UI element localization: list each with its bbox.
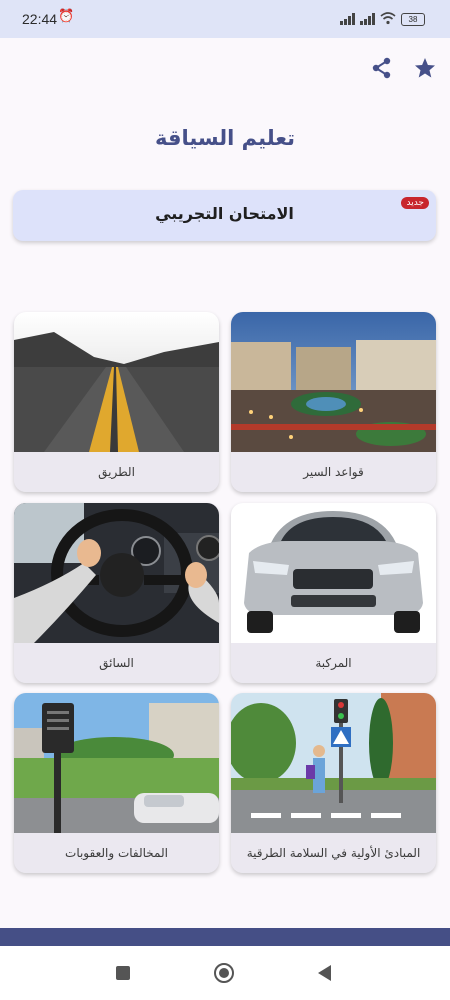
tile-traffic-rules-label: قواعد السير (231, 452, 436, 492)
city-square-photo (231, 312, 436, 452)
signal-2-icon (360, 13, 375, 25)
tile-road[interactable]: الطريق (14, 312, 219, 492)
home-icon[interactable] (213, 962, 235, 984)
mock-exam-button[interactable]: جديد الامتحان التجريبي (13, 190, 436, 241)
back-icon[interactable] (314, 962, 336, 984)
tile-driver-label: السائق (14, 643, 219, 683)
tile-vehicle-label: المركبة (231, 643, 436, 683)
tile-violations[interactable]: المخالفات والعقوبات (14, 693, 219, 873)
road-photo (14, 312, 219, 452)
status-bar: 22:44 ⏰ 38 (0, 0, 450, 38)
system-navigation-bar (0, 946, 450, 1000)
tile-traffic-rules[interactable]: قواعد السير (231, 312, 436, 492)
mock-exam-label: الامتحان التجريبي (155, 204, 294, 223)
wifi-icon (380, 12, 396, 25)
car-photo (231, 503, 436, 643)
favorite-star-icon[interactable] (411, 54, 439, 82)
tile-violations-label: المخالفات والعقوبات (14, 833, 219, 873)
tile-road-safety-label: المبادئ الأولية في السلامة الطرقية (231, 833, 436, 873)
tile-road-safety[interactable]: المبادئ الأولية في السلامة الطرقية (231, 693, 436, 873)
status-time: 22:44 (22, 11, 58, 27)
tile-vehicle[interactable]: المركبة (231, 503, 436, 683)
battery-icon: 38 (401, 13, 425, 26)
tile-driver[interactable]: السائق (14, 503, 219, 683)
recent-apps-icon[interactable] (112, 962, 134, 984)
page-title: تعليم السياقة (154, 126, 296, 150)
speed-camera-photo (14, 693, 219, 833)
signal-icon (340, 13, 355, 25)
share-icon[interactable] (368, 54, 396, 82)
tile-road-label: الطريق (14, 452, 219, 492)
driver-photo (14, 503, 219, 643)
pedestrian-crossing-photo (231, 693, 436, 833)
alarm-icon: ⏰ (58, 9, 75, 24)
bottom-accent-bar (0, 928, 450, 946)
